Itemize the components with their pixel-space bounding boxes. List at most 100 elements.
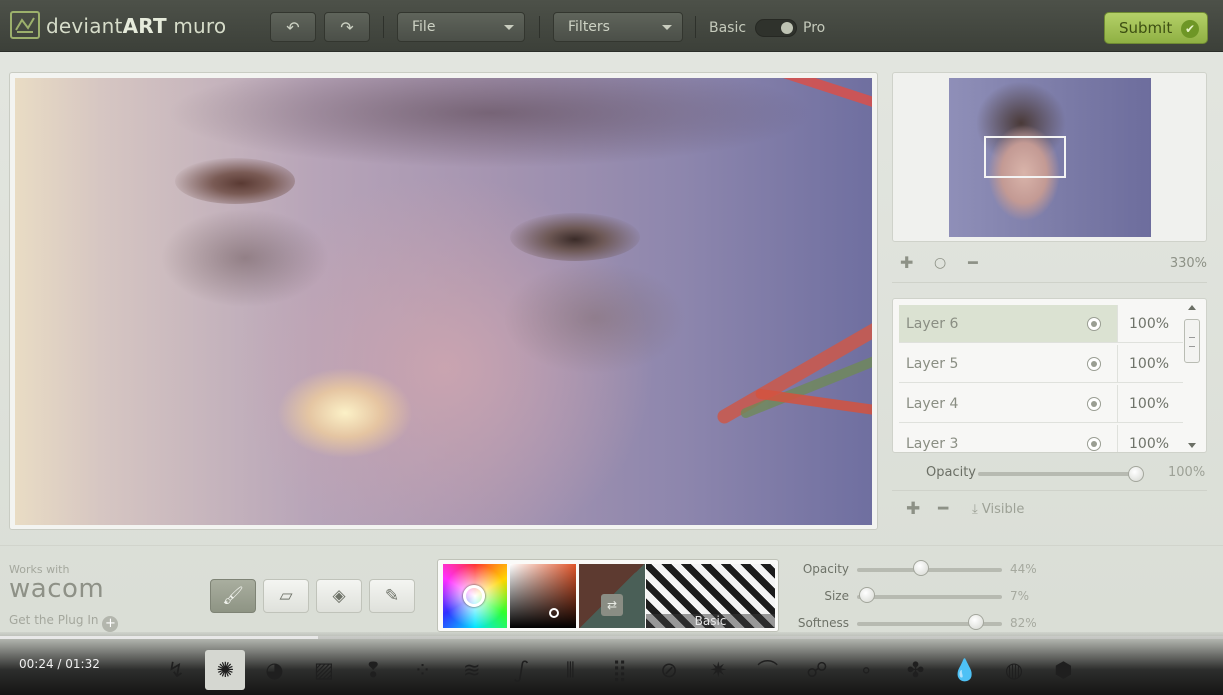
visibility-toggle-icon[interactable] <box>1087 317 1101 331</box>
painted-hair <box>165 78 815 168</box>
divider <box>1117 385 1118 423</box>
layer-row[interactable]: Layer 6 100% <box>899 305 1183 343</box>
texture-picker[interactable]: Basic <box>646 564 775 628</box>
remove-layer-icon[interactable]: ━ <box>938 499 948 519</box>
zoom-reset-icon[interactable]: ○ <box>934 255 946 271</box>
download-icon: ⤓ <box>972 502 978 517</box>
color-swatches[interactable]: ⇄ <box>579 564 645 628</box>
color-panel: ⇄ Basic <box>437 559 779 632</box>
droplet-brush-icon[interactable]: 💧 <box>945 650 985 690</box>
bristle-brush-icon[interactable]: ⦀ <box>550 650 590 690</box>
hatch-brush-icon[interactable]: ▨ <box>304 650 344 690</box>
brush-softness-slider-knob[interactable] <box>967 614 984 630</box>
video-progress-bar[interactable] <box>0 636 1223 639</box>
layer-opacity: 100% <box>1129 316 1170 332</box>
bubbles-brush-icon[interactable]: ∘ <box>846 650 886 690</box>
mode-basic-label: Basic <box>709 20 747 36</box>
brush-opacity-slider-track[interactable] <box>857 568 1002 572</box>
merge-visible-button[interactable]: ⤓ Visible <box>972 502 1024 517</box>
zoom-out-icon[interactable]: ━ <box>968 253 978 272</box>
canvas-frame <box>9 72 878 530</box>
fill-icon: ◈ <box>332 586 346 606</box>
line-pattern-brush-icon[interactable]: ⊘ <box>649 650 689 690</box>
brush-icon: 🖌 <box>222 586 244 606</box>
drip-brush-icon[interactable]: ❢ <box>353 650 393 690</box>
brush-presets-strip: ↯ ✺ ◕ ▨ ❢ ⁘ ≋ ഽ ⦀ ⣿ ⊘ ✷ ⌒ ☍ ∘ ✤ 💧 ◍ ⬢ <box>156 648 1096 692</box>
layer-opacity-slider-track[interactable] <box>978 472 1136 476</box>
layers-scrollbar[interactable] <box>1183 305 1201 448</box>
stroke-brush-icon[interactable]: ⌒ <box>748 650 788 690</box>
file-menu-label: File <box>412 19 436 35</box>
saturation-value-picker[interactable] <box>510 564 576 628</box>
layer-opacity: 100% <box>1129 436 1170 452</box>
squiggle-brush-icon[interactable]: ≋ <box>452 650 492 690</box>
redo-icon: ↷ <box>340 17 354 37</box>
visibility-toggle-icon[interactable] <box>1087 437 1101 451</box>
curl-brush-icon[interactable]: ഽ <box>501 650 541 690</box>
layer-actions: ✚ ━ ⤓ Visible <box>892 498 1207 522</box>
redo-button[interactable]: ↷ <box>324 12 370 42</box>
sv-selector-dot[interactable] <box>549 608 559 618</box>
scroll-down-icon[interactable] <box>1188 443 1196 448</box>
airbrush-icon[interactable]: ✺ <box>205 650 246 690</box>
undo-button[interactable]: ↶ <box>270 12 316 42</box>
eraser-icon: ▱ <box>279 586 293 606</box>
navigator-panel <box>892 72 1207 242</box>
get-plugin-link[interactable]: Get the Plug In + <box>9 613 119 632</box>
cube-brush-icon[interactable]: ⬢ <box>1043 650 1083 690</box>
visibility-toggle-icon[interactable] <box>1087 357 1101 371</box>
brush-size-slider-knob[interactable] <box>859 587 876 603</box>
layer-opacity-slider-knob[interactable] <box>1128 466 1144 482</box>
submit-button[interactable]: Submit ✔ <box>1104 12 1208 44</box>
basic-pro-toggle[interactable] <box>755 19 797 37</box>
add-layer-icon[interactable]: ✚ <box>906 499 920 519</box>
circle-pen-brush-icon[interactable]: ☍ <box>797 650 837 690</box>
video-timecode: 00:24 / 01:32 <box>19 657 100 671</box>
eraser-tool-button[interactable]: ▱ <box>263 579 309 613</box>
layer-row[interactable]: Layer 5 100% <box>899 345 1183 383</box>
drawing-canvas[interactable] <box>15 78 872 525</box>
brush-opacity-slider-knob[interactable] <box>912 560 929 576</box>
sphere-brush-icon[interactable]: ◍ <box>994 650 1034 690</box>
painted-eye-right <box>510 213 640 261</box>
wacom-logo: wacom <box>9 574 105 604</box>
layer-opacity-row: Opacity 100% <box>892 462 1207 486</box>
brush-size-label: Size <box>824 589 849 603</box>
top-toolbar: deviantART muro ↶ ↷ File Filters Basic P… <box>0 0 1223 52</box>
divider <box>1117 305 1118 343</box>
viewport-rectangle[interactable] <box>984 136 1066 178</box>
brush-softness-value: 82% <box>1010 616 1037 630</box>
filters-menu-label: Filters <box>568 19 610 35</box>
eyedropper-tool-button[interactable]: ✎ <box>369 579 415 613</box>
brush-opacity-label: Opacity <box>802 562 849 576</box>
submit-label: Submit <box>1119 19 1173 37</box>
hue-wheel[interactable] <box>443 564 507 628</box>
fill-tool-button[interactable]: ◈ <box>316 579 362 613</box>
painted-eye-left <box>175 158 295 204</box>
file-menu-dropdown[interactable]: File <box>397 12 525 42</box>
leaf-brush-icon[interactable]: ✤ <box>896 650 936 690</box>
layer-name: Layer 6 <box>906 316 959 332</box>
zoom-in-icon[interactable]: ✚ <box>900 253 913 272</box>
dots-brush-icon[interactable]: ⣿ <box>600 650 640 690</box>
layer-row[interactable]: Layer 3 100% <box>899 425 1183 452</box>
brush-properties: Opacity 44% Size 7% Softness 82% <box>795 560 1055 632</box>
hue-selector-ring[interactable] <box>463 585 485 607</box>
visibility-toggle-icon[interactable] <box>1087 397 1101 411</box>
navigator-thumbnail[interactable] <box>949 78 1151 237</box>
star-burst-brush-icon[interactable]: ✷ <box>698 650 738 690</box>
splatter-brush-icon[interactable]: ⁘ <box>403 650 443 690</box>
video-progress-fill <box>0 636 318 639</box>
ink-blot-brush-icon[interactable]: ◕ <box>255 650 295 690</box>
merge-visible-label: Visible <box>981 502 1025 517</box>
brush-size-slider-track[interactable] <box>857 595 1002 599</box>
brush-tool-button[interactable]: 🖌 <box>210 579 256 613</box>
muro-app: deviantART muro ↶ ↷ File Filters Basic P… <box>0 0 1223 695</box>
pencil-brush-icon[interactable]: ↯ <box>156 650 196 690</box>
filters-menu-dropdown[interactable]: Filters <box>553 12 683 42</box>
scroll-up-icon[interactable] <box>1188 305 1196 310</box>
layer-row[interactable]: Layer 4 100% <box>899 385 1183 423</box>
scrollbar-thumb[interactable] <box>1184 319 1200 363</box>
toolbar-divider <box>539 16 540 38</box>
swap-colors-icon[interactable]: ⇄ <box>601 594 623 616</box>
